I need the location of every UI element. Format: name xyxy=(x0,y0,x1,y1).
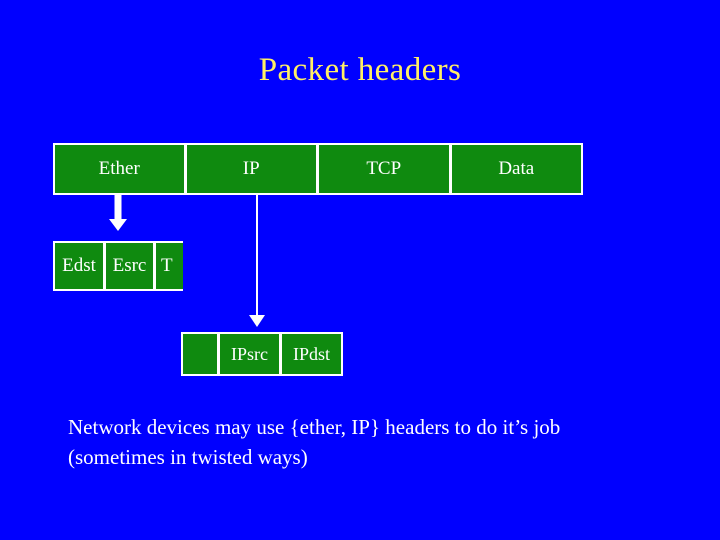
arrow-shaft xyxy=(114,195,122,221)
ethernet-header-row: Edst Esrc T xyxy=(53,241,183,291)
packet-cell-data: Data xyxy=(450,143,583,195)
packet-cell-tcp: TCP xyxy=(318,143,451,195)
ip-header-row: IPsrc IPdst xyxy=(181,332,343,376)
ip-expand-arrow-icon xyxy=(249,195,265,331)
body-line-2: (sometimes in twisted ways) xyxy=(68,445,308,469)
packet-cell-ether: Ether xyxy=(53,143,186,195)
packet-cell-ip: IP xyxy=(185,143,318,195)
arrow-head xyxy=(249,315,265,327)
packet-frame-row: Ether IP TCP Data xyxy=(53,143,583,195)
ether-cell-esrc: Esrc xyxy=(105,241,155,291)
ether-expand-arrow-icon xyxy=(109,195,127,231)
page-title: Packet headers xyxy=(258,52,462,88)
ether-cell-edst: Edst xyxy=(53,241,105,291)
slide-canvas: Packet headers Ether IP TCP Data Edst Es… xyxy=(0,0,720,540)
ip-cell-ipdst: IPdst xyxy=(281,332,343,376)
arrow-head xyxy=(109,219,127,231)
ip-cell-ipsrc: IPsrc xyxy=(219,332,281,376)
slide-body-text: Network devices may use {ether, IP} head… xyxy=(68,412,668,472)
ether-cell-type: T xyxy=(155,241,183,291)
body-line-1: Network devices may use {ether, IP} head… xyxy=(68,415,561,439)
ip-cell-blank xyxy=(181,332,219,376)
arrow-shaft xyxy=(256,195,258,319)
